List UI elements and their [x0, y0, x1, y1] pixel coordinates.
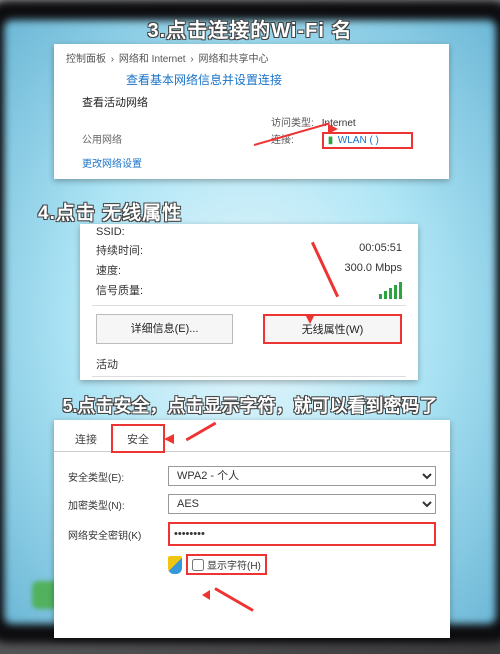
ssid-label: SSID: — [96, 226, 186, 238]
signal-bars-icon — [377, 282, 402, 299]
encryption-type-label: 加密类型(N): — [68, 497, 168, 512]
wifi-signal-icon: ▮ — [328, 135, 338, 146]
details-button[interactable]: 详细信息(E)... — [96, 314, 233, 344]
tab-bar: 连接 安全 — [54, 424, 450, 452]
headline-link[interactable]: 查看基本网络信息并设置连接 — [54, 69, 449, 92]
speed-value: 300.0 Mbps — [186, 262, 402, 278]
divider — [92, 376, 406, 377]
tab-security[interactable]: 安全 — [112, 425, 164, 452]
signal-quality-value — [186, 282, 402, 299]
duration-label: 持续时间: — [96, 242, 186, 258]
activity-label: 活动 — [80, 348, 418, 372]
network-sharing-center-panel: 控制面板 › 网络和 Internet › 网络和共享中心 查看基本网络信息并设… — [54, 44, 449, 179]
annotation-arrow-head — [305, 314, 315, 324]
step-4-title: 4.点击 无线属性 — [38, 198, 500, 225]
encryption-type-select[interactable]: AES — [168, 494, 436, 514]
wireless-properties-panel: 连接 安全 安全类型(E): WPA2 - 个人 加密类型(N): AES 网络… — [54, 420, 450, 638]
show-characters-label: 显示字符(H) — [207, 557, 261, 572]
network-key-input[interactable] — [168, 522, 436, 546]
ssid-value — [186, 226, 402, 238]
crumb-item[interactable]: 网络和共享中心 — [198, 54, 268, 65]
security-type-label: 安全类型(E): — [68, 469, 168, 484]
wlan-status-panel: SSID: 持续时间: 00:05:51 速度: 300.0 Mbps 信号质量… — [80, 224, 418, 380]
change-adapter-link[interactable]: 更改网络设置 — [54, 149, 449, 170]
wireless-properties-button[interactable]: 无线属性(W) — [263, 314, 402, 344]
duration-value: 00:05:51 — [186, 242, 402, 258]
shield-icon — [168, 556, 182, 574]
crumb-item[interactable]: 网络和 Internet — [119, 54, 186, 65]
show-characters-box: 显示字符(H) — [186, 554, 267, 575]
speed-label: 速度: — [96, 262, 186, 278]
show-characters-checkbox[interactable] — [192, 559, 204, 571]
breadcrumb: 控制面板 › 网络和 Internet › 网络和共享中心 — [54, 44, 449, 69]
divider — [92, 305, 406, 306]
tab-connection[interactable]: 连接 — [60, 425, 112, 452]
annotation-arrow-head — [164, 434, 174, 444]
step-5-title: 5.点击安全，点击显示字符，就可以看到密码了 — [0, 392, 500, 418]
wlan-link-text: WLAN ( ) — [338, 135, 379, 146]
step-3-title: 3.点击连接的Wi-Fi 名 — [0, 14, 500, 43]
wlan-link[interactable]: ▮WLAN ( ) — [322, 132, 413, 149]
network-key-label: 网络安全密钥(K) — [68, 527, 168, 542]
signal-quality-label: 信号质量: — [96, 282, 186, 299]
crumb-item[interactable]: 控制面板 — [66, 54, 106, 65]
network-type: 公用网络 — [82, 131, 271, 149]
annotation-arrow — [214, 587, 254, 612]
annotation-arrow-head — [328, 124, 338, 134]
security-type-select[interactable]: WPA2 - 个人 — [168, 466, 436, 486]
annotation-arrow-head — [202, 590, 210, 600]
active-networks-label: 查看活动网络 — [54, 92, 449, 112]
network-name — [82, 114, 271, 129]
